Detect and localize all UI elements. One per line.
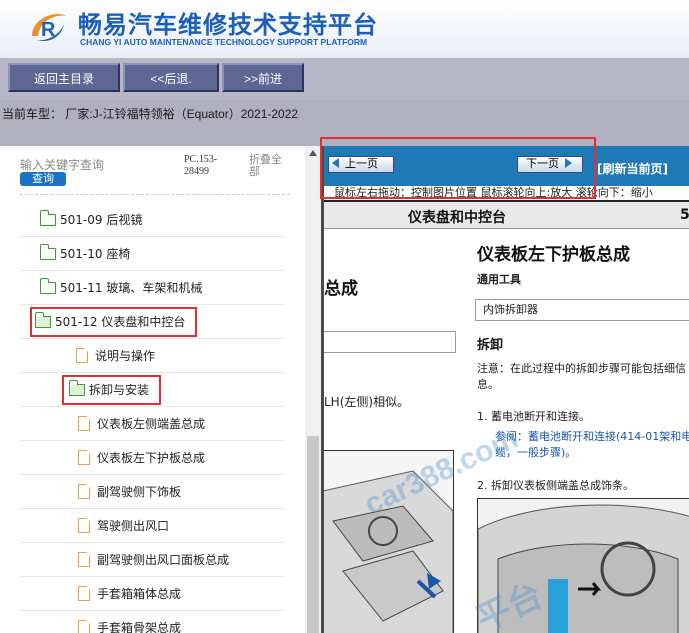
left-title: 总成 bbox=[324, 279, 358, 299]
tree-item-label: 手套箱箱体总成 bbox=[97, 587, 182, 601]
back-button[interactable]: <<后退. bbox=[123, 63, 219, 92]
scroll-thumb[interactable] bbox=[307, 436, 319, 633]
tree-item-label: 仪表板左侧端盖总成 bbox=[97, 417, 206, 431]
brand-title: 畅易汽车维修技术支持平台 bbox=[78, 11, 378, 39]
scroll-up-icon[interactable] bbox=[309, 150, 317, 156]
document-icon bbox=[76, 348, 88, 363]
forward-button[interactable]: >>前进 bbox=[222, 63, 304, 92]
tree-item-label: 副驾驶侧下饰板 bbox=[97, 485, 182, 499]
document-icon bbox=[78, 450, 90, 465]
tool-item: 内饰拆卸器 bbox=[475, 299, 689, 321]
tree-item-label: 说明与操作 bbox=[95, 349, 156, 363]
document-section-title: 仪表盘和中控台 bbox=[408, 210, 506, 226]
logo-icon: R bbox=[32, 14, 66, 42]
section-heading: 拆卸 bbox=[477, 338, 504, 353]
tree-item-label: 501-10 座椅 bbox=[60, 247, 131, 261]
tree-item-label: 手套箱骨架总成 bbox=[97, 621, 182, 633]
document-viewer[interactable]: 仪表盘和中控台 5 总成 LH(左侧)相似。 仪表板左下护板总成 通用工具 内饰… bbox=[324, 200, 689, 633]
tree-item-description[interactable]: 说明与操作 bbox=[20, 339, 283, 373]
search-input[interactable]: 输入关键字查询 bbox=[20, 156, 104, 173]
folder-icon bbox=[39, 209, 56, 226]
tree-item-501-10[interactable]: 501-10 座椅 bbox=[20, 237, 283, 271]
highlight-box: 501-12 仪表盘和中控台 bbox=[30, 306, 198, 337]
tree-item-doc[interactable]: 驾驶侧出风口 bbox=[20, 509, 283, 543]
tree-item-doc[interactable]: 副驾驶侧出风口面板总成 bbox=[20, 543, 283, 577]
tree-item-label: 驾驶侧出风口 bbox=[97, 519, 170, 533]
note-text: 注意：在此过程中的拆卸步骤可能包括细信息。 bbox=[477, 362, 686, 391]
folder-open-icon bbox=[34, 311, 51, 328]
app-header: R 畅易汽车维修技术支持平台 CHANG YI AUTO MAINTENANCE… bbox=[0, 0, 689, 58]
document-icon bbox=[78, 484, 90, 499]
document-icon bbox=[78, 518, 90, 533]
tree-item-label: 501-12 仪表盘和中控台 bbox=[55, 315, 186, 329]
tree-item-label: 拆卸与安装 bbox=[89, 383, 150, 397]
search-button[interactable]: 查询 bbox=[20, 172, 66, 186]
step-2: 2. 拆卸仪表板侧端盖总成饰条。 bbox=[477, 479, 634, 492]
tree-item-label: 副驾驶侧出风口面板总成 bbox=[97, 553, 230, 567]
tree-item-label: 仪表板左下护板总成 bbox=[97, 451, 206, 465]
step-1-reference[interactable]: 参阅：蓄电池断开和连接(414-01架和电缆，一般步骤)。 bbox=[495, 429, 689, 461]
tree-item-doc[interactable]: 副驾驶侧下饰板 bbox=[20, 475, 283, 509]
illustration-right bbox=[477, 498, 689, 633]
divider bbox=[20, 194, 290, 195]
left-box bbox=[324, 331, 456, 353]
tree-item-501-12[interactable]: 501-12 仪表盘和中控台 bbox=[20, 305, 283, 339]
tree-item-label: 501-11 玻璃、车架和机械 bbox=[60, 281, 203, 295]
pc-code: PC.153-28499 bbox=[184, 154, 218, 177]
svg-text:R: R bbox=[41, 19, 56, 41]
folder-icon bbox=[39, 243, 56, 260]
document-icon bbox=[78, 552, 90, 567]
step-1: 1. 蓄电池断开和连接。 bbox=[477, 410, 590, 423]
left-text: LH(左侧)相似。 bbox=[324, 395, 410, 409]
folder-open-icon bbox=[68, 379, 85, 396]
highlight-box bbox=[320, 137, 596, 199]
tree-item-doc[interactable]: 仪表板左下护板总成 bbox=[20, 441, 283, 475]
document-section-number: 5 bbox=[680, 207, 689, 223]
tree-item-removal-installation[interactable]: 拆卸与安装 bbox=[20, 373, 283, 407]
home-button[interactable]: 返回主目录 bbox=[8, 63, 120, 92]
highlight-box: 拆卸与安装 bbox=[62, 374, 162, 405]
fold-all-button[interactable]: 折叠全部 bbox=[249, 154, 287, 178]
tree-item-501-09[interactable]: 501-09 后视镜 bbox=[20, 203, 283, 237]
brand-subtitle: CHANG YI AUTO MAINTENANCE TECHNOLOGY SUP… bbox=[80, 37, 368, 47]
tree-item-doc[interactable]: 手套箱箱体总成 bbox=[20, 577, 283, 611]
document-icon bbox=[78, 620, 90, 633]
document-header: 仪表盘和中控台 5 bbox=[324, 200, 689, 229]
current-vehicle-text: 当前车型： 厂家:J-江铃福特领裕（Equator）2021-2022 bbox=[2, 107, 299, 121]
toolbar: 返回主目录 <<后退. >>前进 bbox=[0, 58, 689, 100]
refresh-button[interactable]: [刷新当前页] bbox=[597, 160, 668, 177]
tree-item-doc[interactable]: 仪表板左侧端盖总成 bbox=[20, 407, 283, 441]
tree-item-doc[interactable]: 手套箱骨架总成 bbox=[20, 611, 283, 633]
sidebar: 输入关键字查询 查询 PC.153-28499 折叠全部 501-09 后视镜 … bbox=[0, 146, 305, 633]
tools-heading: 通用工具 bbox=[477, 273, 521, 286]
document-title: 仪表板左下护板总成 bbox=[477, 245, 630, 265]
illustration-left bbox=[324, 450, 454, 633]
folder-icon bbox=[39, 277, 56, 294]
tree-item-label: 501-09 后视镜 bbox=[60, 213, 143, 227]
document-icon bbox=[78, 586, 90, 601]
sidebar-scrollbar[interactable] bbox=[305, 146, 321, 633]
document-icon bbox=[78, 416, 90, 431]
tree-item-501-11[interactable]: 501-11 玻璃、车架和机械 bbox=[20, 271, 283, 305]
